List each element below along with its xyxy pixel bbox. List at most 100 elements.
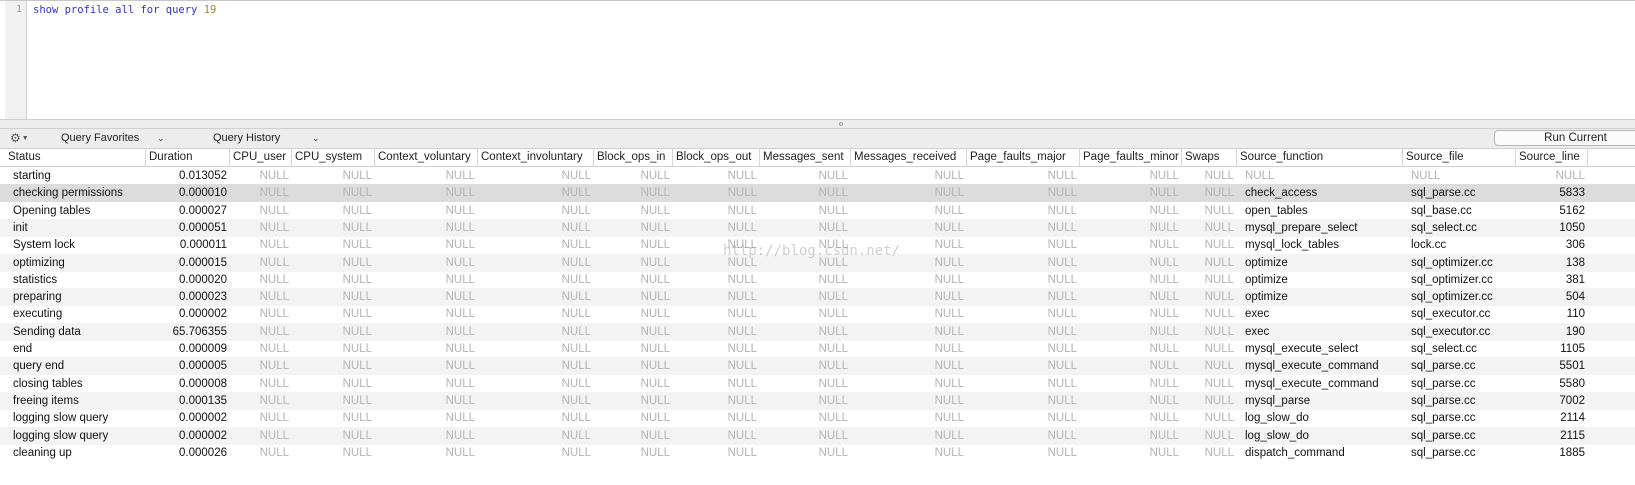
cell-swaps[interactable]: NULL <box>1182 271 1237 289</box>
cell-source-line[interactable]: 306 <box>1516 236 1588 254</box>
cell-block-ops-out[interactable]: NULL <box>673 357 760 375</box>
cell-context-voluntary[interactable]: NULL <box>375 375 478 393</box>
cell-cpu-user[interactable]: NULL <box>230 409 292 427</box>
column-header-source-function[interactable]: Source_function <box>1237 149 1403 166</box>
cell-messages-received[interactable]: NULL <box>851 409 967 427</box>
cell-block-ops-out[interactable]: NULL <box>673 375 760 393</box>
cell-messages-received[interactable]: NULL <box>851 219 967 237</box>
cell-block-ops-in[interactable]: NULL <box>594 288 673 306</box>
cell-block-ops-out[interactable]: NULL <box>673 184 760 202</box>
cell-source-line[interactable]: 1885 <box>1516 444 1588 462</box>
cell-page-faults-minor[interactable]: NULL <box>1080 288 1182 306</box>
cell-duration[interactable]: 0.000135 <box>146 392 230 410</box>
cell-source-function[interactable]: mysql_parse <box>1237 392 1403 410</box>
cell-status[interactable]: executing <box>5 305 146 323</box>
cell-source-line[interactable]: 5501 <box>1516 357 1588 375</box>
cell-source-file[interactable]: sql_optimizer.cc <box>1403 288 1516 306</box>
cell-duration[interactable]: 0.000002 <box>146 409 230 427</box>
cell-messages-received[interactable]: NULL <box>851 202 967 220</box>
cell-messages-sent[interactable]: NULL <box>760 288 851 306</box>
cell-cpu-user[interactable]: NULL <box>230 392 292 410</box>
cell-duration[interactable]: 0.000023 <box>146 288 230 306</box>
cell-page-faults-major[interactable]: NULL <box>967 202 1080 220</box>
cell-messages-sent[interactable]: NULL <box>760 167 851 185</box>
cell-cpu-system[interactable]: NULL <box>292 340 375 358</box>
cell-cpu-system[interactable]: NULL <box>292 392 375 410</box>
cell-block-ops-out[interactable]: NULL <box>673 323 760 341</box>
cell-cpu-user[interactable]: NULL <box>230 357 292 375</box>
cell-messages-sent[interactable]: NULL <box>760 202 851 220</box>
cell-status[interactable]: starting <box>5 167 146 185</box>
cell-cpu-system[interactable]: NULL <box>292 375 375 393</box>
cell-block-ops-out[interactable]: NULL <box>673 392 760 410</box>
cell-source-function[interactable]: mysql_prepare_select <box>1237 219 1403 237</box>
table-row[interactable]: cleaning up 0.000026 NULL NULL NULL NULL NULL N… <box>0 444 1635 462</box>
cell-block-ops-in[interactable]: NULL <box>594 323 673 341</box>
cell-block-ops-in[interactable]: NULL <box>594 236 673 254</box>
cell-block-ops-in[interactable]: NULL <box>594 392 673 410</box>
cell-page-faults-minor[interactable]: NULL <box>1080 392 1182 410</box>
column-header-context-involuntary[interactable]: Context_involuntary <box>478 149 594 166</box>
cell-context-voluntary[interactable]: NULL <box>375 340 478 358</box>
cell-cpu-system[interactable]: NULL <box>292 288 375 306</box>
cell-block-ops-in[interactable]: NULL <box>594 184 673 202</box>
cell-messages-sent[interactable]: NULL <box>760 392 851 410</box>
cell-source-line[interactable]: 5833 <box>1516 184 1588 202</box>
cell-block-ops-out[interactable]: NULL <box>673 202 760 220</box>
query-favorites-dropdown[interactable]: Query Favorites ⌄ <box>61 131 166 146</box>
column-header-status[interactable]: Status <box>5 149 146 166</box>
table-row[interactable]: preparing 0.000023 NULL NULL NULL NULL NULL NUL… <box>0 288 1635 307</box>
cell-page-faults-minor[interactable]: NULL <box>1080 409 1182 427</box>
cell-swaps[interactable]: NULL <box>1182 357 1237 375</box>
cell-page-faults-major[interactable]: NULL <box>967 271 1080 289</box>
cell-context-involuntary[interactable]: NULL <box>478 184 594 202</box>
cell-page-faults-major[interactable]: NULL <box>967 219 1080 237</box>
cell-messages-sent[interactable]: NULL <box>760 375 851 393</box>
cell-duration[interactable]: 0.000008 <box>146 375 230 393</box>
cell-context-voluntary[interactable]: NULL <box>375 236 478 254</box>
cell-page-faults-major[interactable]: NULL <box>967 375 1080 393</box>
cell-context-involuntary[interactable]: NULL <box>478 271 594 289</box>
column-header-block-ops-out[interactable]: Block_ops_out <box>673 149 760 166</box>
cell-source-file[interactable]: sql_parse.cc <box>1403 444 1516 462</box>
cell-page-faults-major[interactable]: NULL <box>967 409 1080 427</box>
cell-swaps[interactable]: NULL <box>1182 323 1237 341</box>
cell-page-faults-minor[interactable]: NULL <box>1080 271 1182 289</box>
cell-source-line[interactable]: 138 <box>1516 254 1588 272</box>
column-header-cpu-user[interactable]: CPU_user <box>230 149 292 166</box>
cell-swaps[interactable]: NULL <box>1182 392 1237 410</box>
column-header-source-line[interactable]: Source_line <box>1516 149 1588 166</box>
cell-source-line[interactable]: 2114 <box>1516 409 1588 427</box>
cell-source-function[interactable]: mysql_execute_select <box>1237 340 1403 358</box>
cell-context-involuntary[interactable]: NULL <box>478 357 594 375</box>
cell-source-function[interactable]: dispatch_command <box>1237 444 1403 462</box>
cell-messages-received[interactable]: NULL <box>851 427 967 445</box>
cell-context-voluntary[interactable]: NULL <box>375 184 478 202</box>
cell-swaps[interactable]: NULL <box>1182 409 1237 427</box>
cell-page-faults-minor[interactable]: NULL <box>1080 357 1182 375</box>
cell-cpu-user[interactable]: NULL <box>230 271 292 289</box>
cell-page-faults-minor[interactable]: NULL <box>1080 427 1182 445</box>
query-editor[interactable]: 1 show profile all for query 19 <box>0 0 1635 119</box>
cell-duration[interactable]: 0.000020 <box>146 271 230 289</box>
table-row[interactable]: statistics 0.000020 NULL NULL NULL NULL NULL NU… <box>0 271 1635 289</box>
cell-swaps[interactable]: NULL <box>1182 236 1237 254</box>
cell-messages-sent[interactable]: NULL <box>760 444 851 462</box>
cell-context-voluntary[interactable]: NULL <box>375 444 478 462</box>
cell-cpu-system[interactable]: NULL <box>292 167 375 185</box>
cell-source-function[interactable]: log_slow_do <box>1237 409 1403 427</box>
table-row[interactable]: starting 0.013052 NULL NULL NULL NULL NULL NULL… <box>0 167 1635 185</box>
cell-messages-received[interactable]: NULL <box>851 184 967 202</box>
cell-messages-sent[interactable]: NULL <box>760 357 851 375</box>
cell-status[interactable]: cleaning up <box>5 444 146 462</box>
cell-source-function[interactable]: optimize <box>1237 271 1403 289</box>
cell-status[interactable]: closing tables <box>5 375 146 393</box>
cell-page-faults-major[interactable]: NULL <box>967 305 1080 323</box>
cell-swaps[interactable]: NULL <box>1182 254 1237 272</box>
cell-messages-sent[interactable]: NULL <box>760 184 851 202</box>
cell-source-line[interactable]: 5580 <box>1516 375 1588 393</box>
cell-source-file[interactable]: sql_executor.cc <box>1403 323 1516 341</box>
cell-cpu-user[interactable]: NULL <box>230 219 292 237</box>
cell-messages-sent[interactable]: NULL <box>760 427 851 445</box>
cell-source-line[interactable]: 110 <box>1516 305 1588 323</box>
